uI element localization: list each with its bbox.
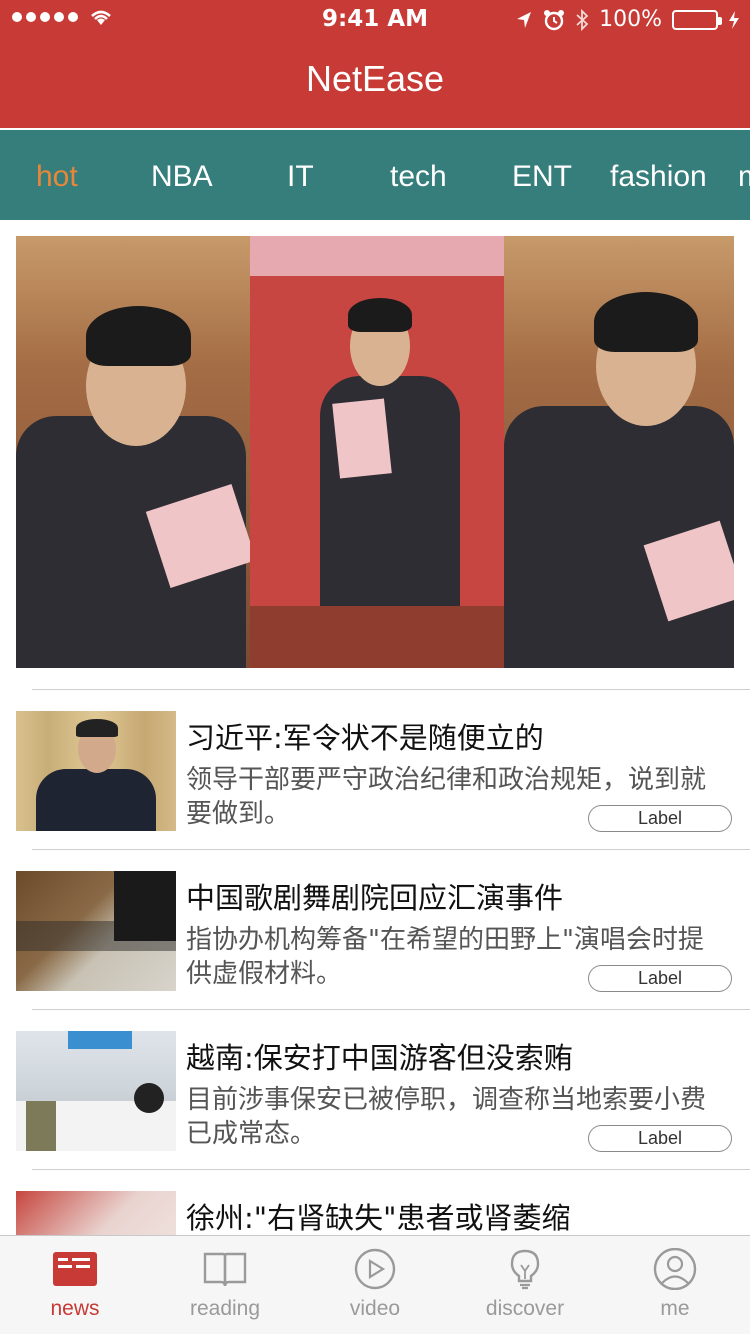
book-icon — [203, 1252, 247, 1287]
news-label-badge: Label — [588, 1125, 732, 1152]
tab-bar-label: me — [660, 1297, 690, 1320]
tab-bar-label: video — [349, 1297, 401, 1320]
newspaper-icon — [53, 1252, 97, 1286]
news-label-badge: Label — [588, 805, 732, 832]
location-arrow-icon — [517, 11, 532, 28]
tab-bar-label: news — [50, 1297, 100, 1320]
bluetooth-icon — [576, 8, 589, 31]
bottom-tab-bar: news reading video discover me — [0, 1235, 750, 1334]
battery-percent: 100% — [599, 7, 662, 32]
charging-bolt-icon — [729, 10, 739, 29]
tab-it[interactable]: IT — [287, 160, 314, 194]
news-thumbnail — [16, 1031, 176, 1151]
tab-nba[interactable]: NBA — [151, 160, 213, 194]
news-headline: 越南:保安打中国游客但没索贿 — [186, 1041, 573, 1075]
status-bar: 9:41 AM 100% — [0, 0, 750, 40]
tab-bar-item-video[interactable]: video — [300, 1236, 450, 1334]
navigation-header: 9:41 AM 100% NetEase — [0, 0, 750, 128]
banner-panel-left — [16, 236, 257, 668]
list-divider — [32, 1169, 750, 1170]
list-divider — [32, 689, 750, 690]
news-thumbnail — [16, 871, 176, 991]
tab-tech[interactable]: tech — [390, 160, 447, 194]
tab-ent[interactable]: ENT — [512, 160, 572, 194]
tab-bar-label: reading — [189, 1297, 261, 1320]
news-list-item[interactable]: 习近平:军令状不是随便立的 领导干部要严守政治纪律和政治规矩，说到就要做到。 L… — [0, 689, 750, 849]
news-headline: 徐州:"右肾缺失"患者或肾萎缩 — [186, 1201, 571, 1235]
tab-fashion[interactable]: fashion — [610, 160, 707, 194]
battery-icon — [672, 9, 722, 30]
status-right: 100% — [515, 7, 740, 32]
category-tab-bar: hot NBA IT tech ENT fashion m — [0, 128, 750, 220]
news-list-item[interactable]: 越南:保安打中国游客但没索贿 目前涉事保安已被停职，调查称当地索要小费已成常态。… — [0, 1009, 750, 1169]
news-list-item[interactable]: 中国歌剧舞剧院回应汇演事件 指协办机构筹备"在希望的田野上"演唱会时提供虚假材料… — [0, 849, 750, 1009]
headline-banner-image[interactable] — [16, 236, 734, 668]
tab-bar-label: discover — [485, 1297, 565, 1320]
alarm-icon — [544, 9, 565, 30]
page-title: NetEase — [305, 58, 445, 99]
lightbulb-icon — [510, 1249, 540, 1290]
user-icon — [653, 1248, 697, 1290]
tab-bar-item-news[interactable]: news — [0, 1236, 150, 1334]
tab-hot[interactable]: hot — [36, 160, 78, 194]
banner-panel-right — [504, 236, 734, 668]
tab-bar-item-reading[interactable]: reading — [150, 1236, 300, 1334]
tab-bar-item-me[interactable]: me — [600, 1236, 750, 1334]
list-divider — [32, 1009, 750, 1010]
news-thumbnail — [16, 711, 176, 831]
news-headline: 习近平:军令状不是随便立的 — [186, 721, 544, 755]
tab-bar-item-discover[interactable]: discover — [450, 1236, 600, 1334]
banner-panel-center — [250, 236, 504, 668]
news-label-badge: Label — [588, 965, 732, 992]
list-divider — [32, 849, 750, 850]
play-icon — [354, 1248, 396, 1290]
tab-more[interactable]: m — [738, 160, 750, 194]
news-headline: 中国歌剧舞剧院回应汇演事件 — [186, 881, 564, 915]
